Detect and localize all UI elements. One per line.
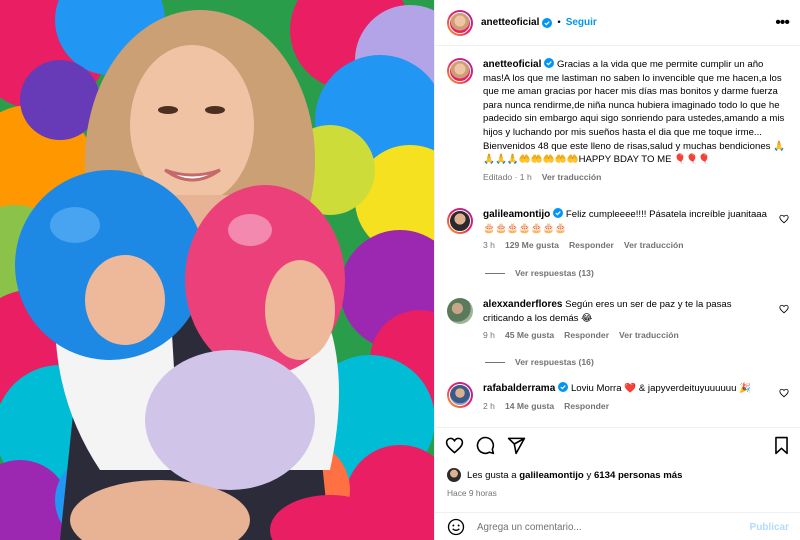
post-caption: anetteoficial Gracias a la vida que me p… (447, 58, 789, 184)
comment-meta: 3 h 129 Me gusta Responder Ver traducció… (483, 239, 789, 253)
more-options-icon[interactable]: ••• (775, 14, 790, 30)
author-avatar[interactable] (447, 9, 473, 36)
reply-button[interactable]: Responder (569, 239, 614, 253)
view-replies-label[interactable]: Ver respuestas (16) (515, 357, 594, 367)
comment-item: alexxanderflores Según eres un ser de pa… (447, 298, 789, 343)
comment-item: galileamontijo Feliz cumpleeee!!!! Pásat… (447, 208, 789, 253)
replies-line (485, 272, 505, 274)
follow-button[interactable]: Seguir (566, 17, 597, 28)
reply-button[interactable]: Responder (564, 400, 609, 414)
heart-icon[interactable] (445, 436, 464, 455)
post-header: anetteoficial • Seguir ••• (435, 0, 800, 46)
post-timestamp[interactable]: Hace 9 horas (447, 488, 497, 498)
caption-avatar[interactable] (447, 58, 473, 84)
caption-text-block: anetteoficial Gracias a la vida que me p… (483, 58, 789, 167)
view-replies-button[interactable]: Ver respuestas (16) (485, 357, 594, 367)
publish-button[interactable]: Publicar (750, 522, 789, 533)
author-username[interactable]: anetteoficial (481, 17, 539, 28)
likes-middle: y (586, 469, 592, 481)
caption-meta: Editado · 1 h Ver traducción (483, 171, 789, 185)
photo-illustration (0, 0, 434, 540)
comment-time: 2 h (483, 400, 495, 411)
liker-avatar[interactable] (447, 468, 461, 482)
comment-username[interactable]: galileamontijo (483, 209, 550, 220)
comment-meta: 2 h 14 Me gusta Responder (483, 400, 789, 414)
bookmark-icon[interactable] (772, 436, 791, 455)
like-comment-icon[interactable] (779, 214, 789, 224)
comment-item: rafabalderrama Loviu Morra ❤️ & japyverd… (447, 382, 789, 413)
likes-summary: Les gusta a galileamontijo y 6134 person… (447, 468, 682, 482)
caption-username[interactable]: anetteoficial (483, 59, 541, 70)
translate-link[interactable]: Ver traducción (624, 239, 684, 253)
verified-icon (544, 58, 555, 68)
comment-time: 3 h (483, 240, 495, 251)
likes-prefix: Les gusta a (467, 469, 517, 481)
comment-text: Loviu Morra ❤️ & japyverdeituyuuuuuu 🎉 (570, 383, 752, 394)
instagram-post-view: anetteoficial • Seguir ••• anetteoficial… (0, 0, 800, 540)
comment-likes[interactable]: 129 Me gusta (505, 239, 559, 253)
view-replies-label[interactable]: Ver respuestas (13) (515, 268, 594, 278)
comment-avatar[interactable] (447, 382, 473, 408)
caption-text: Gracias a la vida que me permite cumplir… (483, 59, 786, 166)
comment-likes[interactable]: 45 Me gusta (505, 329, 554, 343)
view-replies-button[interactable]: Ver respuestas (13) (485, 268, 594, 278)
comments-scroll-area[interactable]: anetteoficial Gracias a la vida que me p… (435, 46, 800, 426)
verified-icon (558, 382, 569, 392)
comment-input[interactable] (477, 521, 750, 533)
comment-username[interactable]: rafabalderrama (483, 383, 555, 394)
comment-avatar[interactable] (447, 298, 473, 324)
likes-user[interactable]: galileamontijo (519, 470, 584, 481)
caption-translate-link[interactable]: Ver traducción (542, 171, 602, 185)
verified-icon (553, 208, 564, 218)
caption-edited: Editado · 1 h (483, 171, 532, 182)
reply-button[interactable]: Responder (564, 329, 609, 343)
like-comment-icon[interactable] (779, 388, 789, 398)
comment-time: 9 h (483, 330, 495, 341)
like-comment-icon[interactable] (779, 304, 789, 314)
comment-username[interactable]: alexxanderflores (483, 299, 563, 310)
post-details-panel: anetteoficial • Seguir ••• anetteoficial… (434, 0, 800, 540)
comment-likes[interactable]: 14 Me gusta (505, 400, 554, 414)
share-icon[interactable] (507, 436, 526, 455)
post-photo[interactable] (0, 0, 434, 540)
emoji-icon[interactable] (447, 518, 465, 536)
post-actions: Les gusta a galileamontijo y 6134 person… (435, 427, 800, 537)
comment-icon[interactable] (476, 436, 495, 455)
separator-dot: • (557, 17, 561, 28)
action-icons (445, 436, 526, 455)
verified-icon (542, 17, 553, 28)
comment-avatar[interactable] (447, 208, 473, 234)
likes-count[interactable]: 6134 personas más (594, 470, 683, 481)
add-comment-bar: Publicar (435, 512, 800, 540)
replies-line (485, 361, 505, 363)
translate-link[interactable]: Ver traducción (619, 329, 679, 343)
comment-meta: 9 h 45 Me gusta Responder Ver traducción (483, 329, 789, 343)
